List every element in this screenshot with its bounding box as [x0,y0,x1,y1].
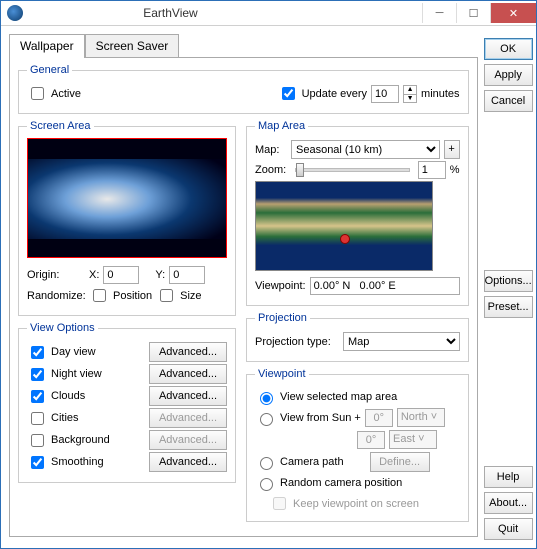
y-label: Y: [155,269,165,281]
viewpoint-input[interactable] [310,277,460,295]
tab-body: General Active Update every ▲▼ minute [9,57,478,537]
viewpoint-legend: Viewpoint [255,368,309,380]
update-spinner[interactable]: ▲▼ [403,85,417,103]
screen-area-group: Screen Area Origin: X: Y: [18,120,236,316]
window: EarthView ─ ☐ ✕ Wallpaper Screen Saver G… [0,0,537,549]
projection-legend: Projection [255,312,310,324]
view-options-group: View Options Day view Advanced... Night v… [18,322,236,483]
smoothing-checkbox[interactable]: Smoothing [27,453,104,472]
general-legend: General [27,64,72,76]
tabs: Wallpaper Screen Saver General Active Up… [9,34,478,537]
night-view-advanced-button[interactable]: Advanced... [149,364,227,384]
general-group: General Active Update every ▲▼ minute [18,64,469,114]
window-controls: ─ ☐ ✕ [422,3,536,23]
ok-button[interactable]: OK [484,38,533,60]
tab-screensaver[interactable]: Screen Saver [85,34,180,58]
tab-wallpaper[interactable]: Wallpaper [9,34,85,58]
define-button: Define... [370,452,430,472]
camera-path-radio[interactable]: Camera path [255,454,344,470]
origin-y-input[interactable] [169,266,205,284]
background-advanced-button: Advanced... [149,430,227,450]
active-checkbox[interactable]: Active [27,84,81,103]
view-from-sun-radio[interactable]: View from Sun + [255,410,361,426]
x-label: X: [89,269,99,281]
map-preview[interactable] [255,181,433,271]
north-select: North ˅ [397,408,445,427]
map-marker-icon [340,234,350,244]
window-title: EarthView [29,6,312,20]
cancel-button[interactable]: Cancel [484,90,533,112]
map-area-legend: Map Area [255,120,308,132]
clouds-advanced-button[interactable]: Advanced... [149,386,227,406]
apply-button[interactable]: Apply [484,64,533,86]
about-button[interactable]: About... [484,492,533,514]
clouds-checkbox[interactable]: Clouds [27,387,85,406]
randomize-size-checkbox[interactable]: Size [156,286,201,305]
titlebar: EarthView ─ ☐ ✕ [1,1,536,26]
options-button[interactable]: Options... [484,270,533,292]
map-label: Map: [255,144,287,156]
maximize-button[interactable]: ☐ [456,3,490,23]
projection-type-label: Projection type: [255,336,339,348]
screen-preview[interactable] [27,138,227,258]
preset-button[interactable]: Preset... [484,296,533,318]
sun-deg1: 0° [365,409,393,427]
close-button[interactable]: ✕ [490,3,536,23]
background-checkbox[interactable]: Background [27,431,110,450]
help-button[interactable]: Help [484,466,533,488]
zoom-slider[interactable] [295,168,410,172]
projection-group: Projection Projection type: Map [246,312,469,362]
random-camera-radio[interactable]: Random camera position [255,475,460,491]
quit-button[interactable]: Quit [484,518,533,540]
day-view-checkbox[interactable]: Day view [27,343,96,362]
day-view-advanced-button[interactable]: Advanced... [149,342,227,362]
smoothing-advanced-button[interactable]: Advanced... [149,452,227,472]
sun-deg2: 0° [357,431,385,449]
update-every-checkbox[interactable]: Update every [278,84,367,103]
cities-advanced-button: Advanced... [149,408,227,428]
map-area-group: Map Area Map: Seasonal (10 km) + Zoom: [246,120,469,306]
side-buttons: OK Apply Cancel Options... Preset... Hel… [484,34,533,540]
app-icon [7,5,23,21]
keep-viewpoint-checkbox: Keep viewpoint on screen [255,494,460,513]
content: Wallpaper Screen Saver General Active Up… [1,26,536,548]
night-view-checkbox[interactable]: Night view [27,365,102,384]
view-options-legend: View Options [27,322,98,334]
projection-type-select[interactable]: Map [343,332,460,351]
cities-checkbox[interactable]: Cities [27,409,79,428]
main-panel: Wallpaper Screen Saver General Active Up… [9,34,478,540]
minimize-button[interactable]: ─ [422,3,456,23]
map-select[interactable]: Seasonal (10 km) [291,140,440,159]
randomize-position-checkbox[interactable]: Position [89,286,152,305]
zoom-pct-label: % [450,164,460,176]
origin-label: Origin: [27,269,85,281]
zoom-label: Zoom: [255,164,287,176]
screen-area-legend: Screen Area [27,120,94,132]
randomize-label: Randomize: [27,290,85,302]
minutes-label: minutes [421,88,460,100]
map-add-button[interactable]: + [444,140,460,159]
update-interval-input[interactable] [371,85,399,103]
viewpoint-group: Viewpoint View selected map area View fr… [246,368,469,522]
view-selected-map-radio[interactable]: View selected map area [255,389,460,405]
viewpoint-label: Viewpoint: [255,280,306,292]
zoom-input[interactable] [418,161,446,179]
east-select: East ˅ [389,430,437,449]
origin-x-input[interactable] [103,266,139,284]
